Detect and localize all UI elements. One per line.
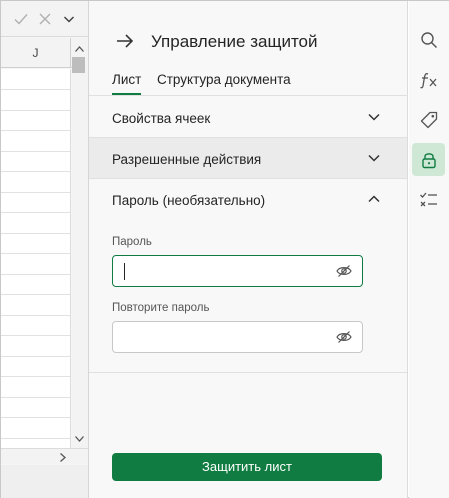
section-label: Свойства ячеек: [112, 111, 211, 126]
eye-off-icon[interactable]: [335, 263, 353, 279]
scroll-right-icon[interactable]: [57, 451, 69, 463]
row-gridline: [1, 253, 70, 254]
password-input[interactable]: [121, 261, 321, 281]
pane-title: Управление защитой: [151, 32, 318, 51]
row-gridline: [1, 274, 70, 275]
row-gridline: [1, 192, 70, 193]
tab-sheet[interactable]: Лист: [112, 72, 142, 95]
scroll-down-icon[interactable]: [72, 433, 86, 445]
protect-sheet-button[interactable]: Защитить лист: [112, 453, 382, 481]
section-cell-properties[interactable]: Свойства ячеек: [89, 97, 407, 138]
spreadsheet-area: J: [1, 1, 89, 498]
row-gridline: [1, 130, 70, 131]
arrow-right-icon[interactable]: [115, 31, 135, 51]
chevron-down-icon[interactable]: [367, 151, 381, 165]
function-icon[interactable]: [412, 63, 445, 96]
scrollbar-thumb[interactable]: [72, 57, 85, 73]
tab-document-structure[interactable]: Структура документа: [157, 72, 291, 95]
section-label: Пароль (необязательно): [112, 193, 266, 208]
search-icon[interactable]: [412, 23, 445, 56]
row-gridline: [1, 376, 70, 377]
row-gridline: [1, 356, 70, 357]
chevron-down-icon[interactable]: [367, 110, 381, 124]
row-gridline: [1, 151, 70, 152]
row-gridline: [1, 212, 70, 213]
row-gridline: [1, 417, 70, 418]
tab-bar: Лист Структура документа: [89, 65, 408, 96]
app-window: J Управление защитой Лист Структура доку…: [0, 0, 449, 498]
row-gridline: [1, 171, 70, 172]
section-header[interactable]: Разрешенные действия: [89, 138, 407, 179]
confirm-password-label: Повторите пароль: [112, 302, 210, 314]
horizontal-scrollbar[interactable]: [1, 448, 88, 464]
row-gridline: [1, 89, 70, 90]
confirm-password-field[interactable]: [112, 321, 363, 353]
formula-bar: [1, 1, 88, 37]
vertical-scrollbar[interactable]: [72, 41, 88, 449]
pane-header: Управление защитой: [89, 1, 408, 65]
checklist-icon[interactable]: [412, 183, 445, 216]
section-allowed-actions[interactable]: Разрешенные действия: [89, 138, 407, 179]
row-gridline: [1, 294, 70, 295]
scroll-up-icon[interactable]: [72, 43, 86, 55]
password-label: Пароль: [112, 236, 152, 248]
row-gridline: [1, 233, 70, 234]
side-toolbar: [409, 1, 449, 498]
checkmark-icon[interactable]: [12, 10, 30, 28]
lock-icon[interactable]: [412, 143, 445, 176]
close-icon[interactable]: [36, 10, 54, 28]
section-label: Разрешенные действия: [112, 152, 262, 167]
row-gridline: [1, 438, 70, 439]
tag-icon[interactable]: [412, 103, 445, 136]
row-gridline: [1, 397, 70, 398]
chevron-down-icon[interactable]: [60, 10, 78, 28]
eye-off-icon[interactable]: [335, 329, 353, 345]
row-gridline: [1, 110, 70, 111]
column-header-j[interactable]: J: [1, 38, 71, 68]
sheet-footer: [1, 465, 88, 498]
row-gridline: [1, 315, 70, 316]
password-field[interactable]: [112, 255, 363, 287]
chevron-up-icon[interactable]: [367, 192, 381, 206]
confirm-password-input[interactable]: [121, 327, 321, 347]
section-password: Пароль (необязательно) Пароль Повторите …: [89, 179, 407, 373]
section-header[interactable]: Пароль (необязательно): [89, 179, 407, 220]
protection-pane: Управление защитой Лист Структура докуме…: [89, 1, 408, 498]
cell-grid[interactable]: [1, 69, 71, 448]
row-gridline: [1, 335, 70, 336]
section-header[interactable]: Свойства ячеек: [89, 97, 407, 138]
